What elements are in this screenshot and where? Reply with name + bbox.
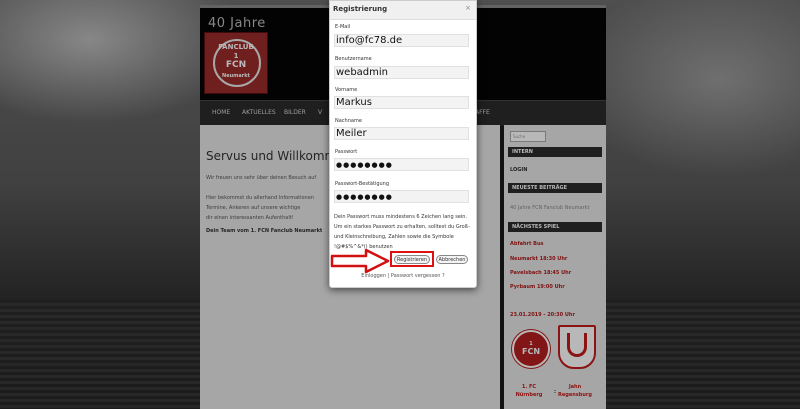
red-arrow-icon: [330, 248, 390, 274]
register-button[interactable]: Registrieren: [394, 255, 430, 264]
cancel-button[interactable]: Abbrechen: [436, 255, 468, 264]
firstname-label: Vorname: [335, 87, 358, 93]
email-field[interactable]: [334, 34, 469, 47]
forgot-password-link[interactable]: Passwort vergessen ?: [391, 273, 445, 279]
dialog-title: Registrierung: [333, 5, 388, 13]
registration-dialog: Registrierung × E-Mail Benutzername Vorn…: [329, 0, 477, 288]
password-hint: Dein Passwort muss mindestens 6 Zeichen …: [334, 214, 470, 250]
lastname-field[interactable]: [334, 127, 469, 140]
email-label: E-Mail: [335, 24, 351, 30]
firstname-field[interactable]: [334, 96, 469, 109]
dialog-titlebar: Registrierung ×: [330, 1, 476, 20]
password-confirm-field[interactable]: [334, 190, 469, 203]
password-confirm-label: Passwort-Bestätigung: [335, 181, 390, 187]
password-field[interactable]: [334, 158, 469, 171]
username-label: Benutzername: [335, 56, 372, 62]
close-icon[interactable]: ×: [465, 4, 471, 12]
password-label: Passwort: [335, 149, 358, 155]
username-field[interactable]: [334, 66, 469, 79]
lastname-label: Nachname: [335, 118, 362, 124]
